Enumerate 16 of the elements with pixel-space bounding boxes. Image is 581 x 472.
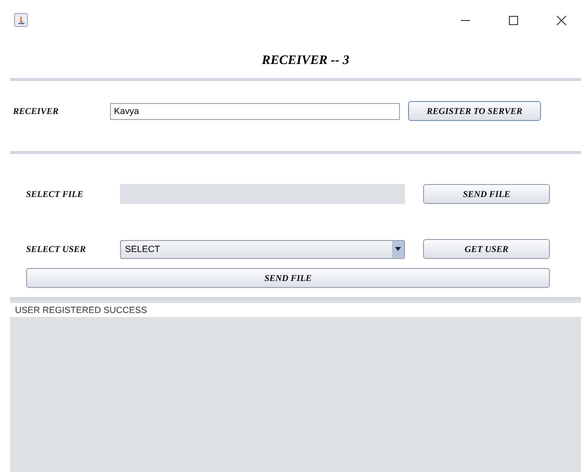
send-file-button[interactable]: SEND FILE bbox=[26, 268, 550, 288]
app-icon bbox=[14, 13, 28, 27]
user-dropdown[interactable]: SELECT bbox=[120, 240, 405, 258]
close-icon[interactable] bbox=[556, 14, 567, 26]
select-file-label: SELECT FILE bbox=[26, 189, 84, 199]
file-path-field[interactable] bbox=[120, 184, 405, 204]
dropdown-arrow-icon bbox=[395, 247, 401, 251]
receiver-heading: RECEIVER -- 3 bbox=[262, 52, 350, 68]
receiver-label: RECEIVER bbox=[13, 106, 60, 116]
get-user-button[interactable]: GET USER bbox=[423, 239, 550, 259]
register-button[interactable]: REGISTER TO SERVER bbox=[408, 101, 541, 121]
send-file-button[interactable]: SEND FILE bbox=[423, 184, 550, 204]
select-user-label: SELECT USER bbox=[26, 244, 87, 254]
log-message: USER REGISTERED SUCCESS bbox=[10, 303, 581, 317]
maximize-icon[interactable] bbox=[508, 14, 519, 26]
receiver-input-field[interactable]: Kavya bbox=[110, 102, 400, 120]
